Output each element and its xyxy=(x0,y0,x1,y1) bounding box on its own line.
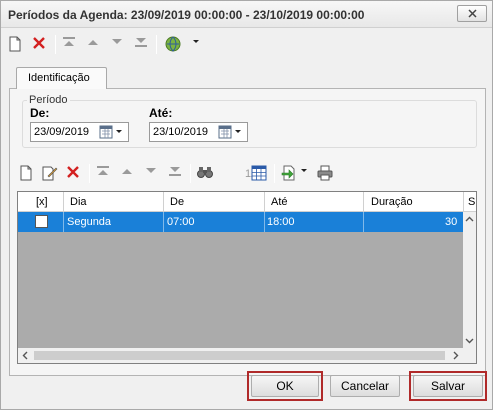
find-button[interactable] xyxy=(195,163,215,183)
move-first-button[interactable] xyxy=(60,34,80,54)
column-header-de[interactable]: De xyxy=(170,196,184,208)
column-header-check[interactable]: [x] xyxy=(36,196,48,208)
cell-dia: Segunda xyxy=(67,216,112,228)
new-icon xyxy=(20,165,32,181)
grid-header: [x] Dia De Até Duração S xyxy=(18,192,476,212)
scrollbar-corner xyxy=(463,348,476,363)
export-button[interactable] xyxy=(279,163,299,183)
grid-move-up-button[interactable] xyxy=(118,163,138,183)
cell-de: 07:00 xyxy=(167,216,195,228)
calendar-dropdown-icon[interactable] xyxy=(97,125,125,139)
main-toolbar xyxy=(3,32,490,58)
delete-icon xyxy=(67,166,79,178)
grid-toolbar: 1/1 xyxy=(15,161,475,187)
dialog-window: Períodos da Agenda: 23/09/2019 00:00:00 … xyxy=(0,0,493,410)
table-row[interactable]: Segunda 07:00 18:00 30 xyxy=(18,212,463,232)
move-down-icon xyxy=(146,168,156,173)
move-down-button[interactable] xyxy=(108,34,128,54)
horizontal-scrollbar[interactable] xyxy=(18,348,463,363)
export-dropdown[interactable] xyxy=(298,163,310,183)
column-header-s[interactable]: S xyxy=(468,196,475,208)
ate-date-field[interactable]: 23/10/2019 xyxy=(149,122,248,142)
grid-move-last-button[interactable] xyxy=(166,163,186,183)
column-header-ate[interactable]: Até xyxy=(271,196,288,208)
grid-move-first-button[interactable] xyxy=(94,163,114,183)
dropdown-arrow-icon xyxy=(193,40,199,43)
ate-date-value: 23/10/2019 xyxy=(153,126,209,138)
de-date-value: 23/09/2019 xyxy=(34,126,90,138)
new-icon xyxy=(9,36,21,52)
edit-icon xyxy=(42,166,58,181)
grid-edit-button[interactable] xyxy=(40,163,60,183)
move-last-icon xyxy=(169,167,181,176)
scroll-left-icon[interactable] xyxy=(19,348,32,363)
periodo-legend: Período xyxy=(27,94,70,106)
dropdown-arrow-icon xyxy=(301,169,307,172)
binoculars-icon xyxy=(197,167,213,178)
scroll-down-icon[interactable] xyxy=(463,334,476,347)
column-header-duracao[interactable]: Duração xyxy=(371,196,413,208)
delete-icon xyxy=(33,37,45,49)
grid-move-down-button[interactable] xyxy=(142,163,162,183)
scroll-right-icon[interactable] xyxy=(449,348,462,363)
move-last-icon xyxy=(135,38,147,47)
column-header-dia[interactable]: Dia xyxy=(70,196,87,208)
globe-button[interactable] xyxy=(163,34,183,54)
ate-label: Até: xyxy=(149,106,173,120)
move-up-icon xyxy=(88,40,98,45)
window-title: Períodos da Agenda: 23/09/2019 00:00:00 … xyxy=(8,8,365,22)
move-up-button[interactable] xyxy=(84,34,104,54)
scroll-up-icon[interactable] xyxy=(463,213,476,226)
move-up-icon xyxy=(122,169,132,174)
close-icon xyxy=(468,9,477,18)
tab-identificacao[interactable]: Identificação xyxy=(16,67,107,89)
cell-ate: 18:00 xyxy=(267,216,295,228)
cell-duracao: 30 xyxy=(445,216,458,228)
move-first-icon xyxy=(97,166,109,175)
move-first-icon xyxy=(63,37,75,46)
horizontal-scroll-thumb[interactable] xyxy=(34,351,445,360)
print-icon xyxy=(317,165,333,181)
de-date-field[interactable]: 23/09/2019 xyxy=(30,122,129,142)
export-icon xyxy=(281,165,295,181)
move-last-button[interactable] xyxy=(132,34,152,54)
delete-button[interactable] xyxy=(30,34,50,54)
ok-button[interactable]: OK xyxy=(251,375,319,397)
save-button[interactable]: Salvar xyxy=(413,375,483,397)
calendar-grid-icon xyxy=(251,165,267,181)
vertical-scrollbar[interactable] xyxy=(463,212,476,348)
title-bar: Períodos da Agenda: 23/09/2019 00:00:00 … xyxy=(1,1,492,28)
close-button[interactable] xyxy=(457,5,487,22)
grid-delete-button[interactable] xyxy=(64,163,84,183)
calendar-dropdown-icon[interactable] xyxy=(216,125,244,139)
cancel-button[interactable]: Cancelar xyxy=(330,375,400,397)
grid-new-button[interactable] xyxy=(17,163,37,183)
row-checkbox[interactable] xyxy=(35,215,48,228)
de-label: De: xyxy=(30,106,50,120)
move-down-icon xyxy=(112,39,122,44)
new-button[interactable] xyxy=(6,34,26,54)
globe-icon xyxy=(165,36,181,52)
periods-grid: [x] Dia De Até Duração S Segunda 07:00 1… xyxy=(17,191,477,364)
print-button[interactable] xyxy=(315,163,335,183)
globe-dropdown[interactable] xyxy=(189,34,209,54)
tab-label: Identificação xyxy=(28,72,90,84)
grid-view-button[interactable] xyxy=(249,163,269,183)
